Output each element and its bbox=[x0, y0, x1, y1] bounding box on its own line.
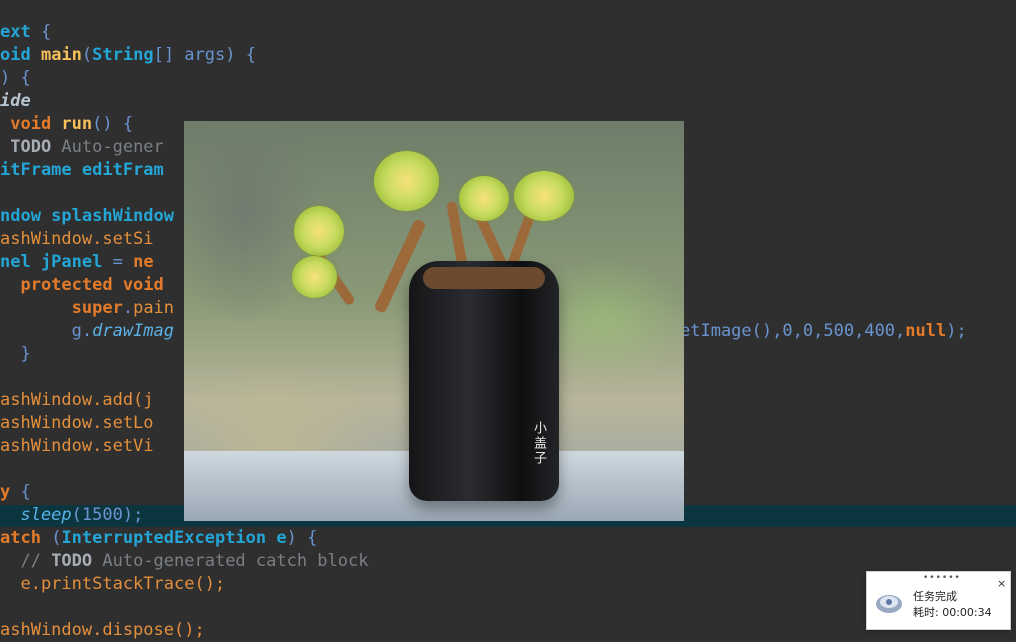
succulent-rosette bbox=[514, 171, 574, 221]
code-token: g. bbox=[0, 321, 93, 341]
code-token: ashWindow.setSi bbox=[0, 229, 154, 249]
code-token: super bbox=[0, 298, 123, 318]
code-token: ne bbox=[133, 252, 154, 272]
drag-grip-icon[interactable]: •••••• bbox=[923, 573, 961, 583]
code-token: nel jPanel bbox=[0, 252, 113, 272]
code-token: ( bbox=[71, 505, 82, 525]
code-token: ashWindow.setVi bbox=[0, 436, 154, 456]
code-token: ndow splashWindow bbox=[0, 206, 174, 226]
code-token: , bbox=[792, 321, 803, 341]
code-line: ashWindow.setVi bbox=[0, 435, 154, 458]
succulent-rosette bbox=[459, 176, 509, 221]
code-line: ext { bbox=[0, 21, 51, 44]
close-icon[interactable]: × bbox=[997, 577, 1006, 590]
code-token: , bbox=[895, 321, 906, 341]
code-token: protected void bbox=[0, 275, 164, 295]
code-token: } bbox=[0, 344, 31, 364]
code-token: TODO bbox=[51, 551, 93, 571]
code-token: [] args) { bbox=[153, 45, 256, 65]
code-token: main bbox=[40, 45, 82, 65]
code-line: // TODO Auto-generated catch block bbox=[0, 550, 368, 573]
code-line: ) { bbox=[0, 67, 31, 90]
code-token: 500 bbox=[823, 321, 855, 341]
code-token: ( bbox=[81, 45, 93, 65]
task-complete-notification[interactable]: •••••• × 任务完成 耗时: 00:00:34 bbox=[866, 571, 1011, 630]
code-token: // bbox=[0, 551, 52, 571]
code-token: TODO bbox=[0, 137, 52, 157]
code-token: pain bbox=[133, 298, 175, 318]
code-token: Auto-gener bbox=[51, 137, 164, 157]
code-line: TODO Auto-gener bbox=[0, 136, 164, 159]
code-line: ashWindow.setSi bbox=[0, 228, 154, 251]
code-token: ext bbox=[0, 22, 31, 42]
code-line: } bbox=[0, 343, 31, 366]
code-token: ide bbox=[0, 91, 31, 111]
code-token: sleep bbox=[0, 505, 72, 525]
code-line: protected void bbox=[0, 274, 164, 297]
code-token: ashWindow.setLo bbox=[0, 413, 154, 433]
code-token: null bbox=[905, 321, 947, 341]
code-token: InterruptedException e bbox=[61, 528, 287, 548]
code-line: void run() { bbox=[0, 113, 133, 136]
code-line: super.pain bbox=[0, 297, 174, 320]
code-token: y bbox=[0, 482, 11, 502]
code-line: g.drawImag bbox=[0, 320, 174, 343]
code-line: e.printStackTrace(); bbox=[0, 573, 225, 596]
code-token: itFrame editFram bbox=[0, 160, 164, 180]
download-tool-icon bbox=[876, 595, 902, 613]
pot-watermark: 小盖子 bbox=[531, 421, 546, 466]
code-token: ) { bbox=[0, 68, 31, 88]
code-line: y { bbox=[0, 481, 31, 504]
code-line: ashWindow.setLo bbox=[0, 412, 154, 435]
code-line: itFrame editFram bbox=[0, 159, 164, 182]
code-token: ashWindow.add(j bbox=[0, 390, 154, 410]
code-token: ( bbox=[51, 528, 62, 548]
succulent-rosette bbox=[374, 151, 439, 211]
notification-title: 任务完成 bbox=[913, 590, 957, 603]
code-token: etImage(), bbox=[680, 321, 783, 341]
code-line: ashWindow.dispose(); bbox=[0, 619, 205, 642]
code-line: nel jPanel = ne bbox=[0, 251, 154, 274]
code-token: = bbox=[112, 252, 134, 272]
code-token: run bbox=[61, 114, 93, 134]
code-token: { bbox=[30, 22, 52, 42]
elapsed-time: 耗时: 00:00:34 bbox=[913, 606, 992, 619]
code-line: oid main(String[] args) { bbox=[0, 44, 256, 67]
code-token: e.printStackTrace(); bbox=[0, 574, 226, 594]
code-token: 400 bbox=[864, 321, 896, 341]
code-line: ndow splashWindow bbox=[0, 205, 174, 228]
code-token: 1500 bbox=[81, 505, 123, 525]
succulent-rosette bbox=[294, 206, 344, 256]
code-token: 0 bbox=[782, 321, 793, 341]
code-token: 0 bbox=[802, 321, 814, 341]
code-token: { bbox=[10, 482, 31, 502]
code-token: drawImag bbox=[92, 321, 175, 341]
code-line: ashWindow.add(j bbox=[0, 389, 154, 412]
code-token: void bbox=[0, 114, 62, 134]
code-token: () { bbox=[92, 114, 134, 134]
code-token: Auto-generated catch block bbox=[92, 551, 369, 571]
code-line: ide bbox=[0, 90, 31, 113]
code-token: ); bbox=[946, 321, 967, 341]
code-token: , bbox=[854, 321, 865, 341]
splash-window-image: 小盖子 bbox=[184, 121, 684, 521]
code-token: String bbox=[92, 45, 154, 65]
code-line: atch (InterruptedException e) { bbox=[0, 527, 317, 550]
code-token: . bbox=[122, 298, 134, 318]
succulent-rosette bbox=[292, 256, 337, 298]
code-token: , bbox=[813, 321, 824, 341]
code-line: sleep(1500); bbox=[0, 504, 143, 527]
code-token: atch bbox=[0, 528, 52, 548]
code-line-continuation: etImage(),0,0,500,400,null); bbox=[680, 320, 967, 343]
code-token: ); bbox=[122, 505, 144, 525]
code-token: oid bbox=[0, 45, 41, 65]
code-token: ashWindow.dispose(); bbox=[0, 620, 205, 640]
black-flower-pot: 小盖子 bbox=[409, 261, 559, 501]
code-token: ) { bbox=[286, 528, 318, 548]
